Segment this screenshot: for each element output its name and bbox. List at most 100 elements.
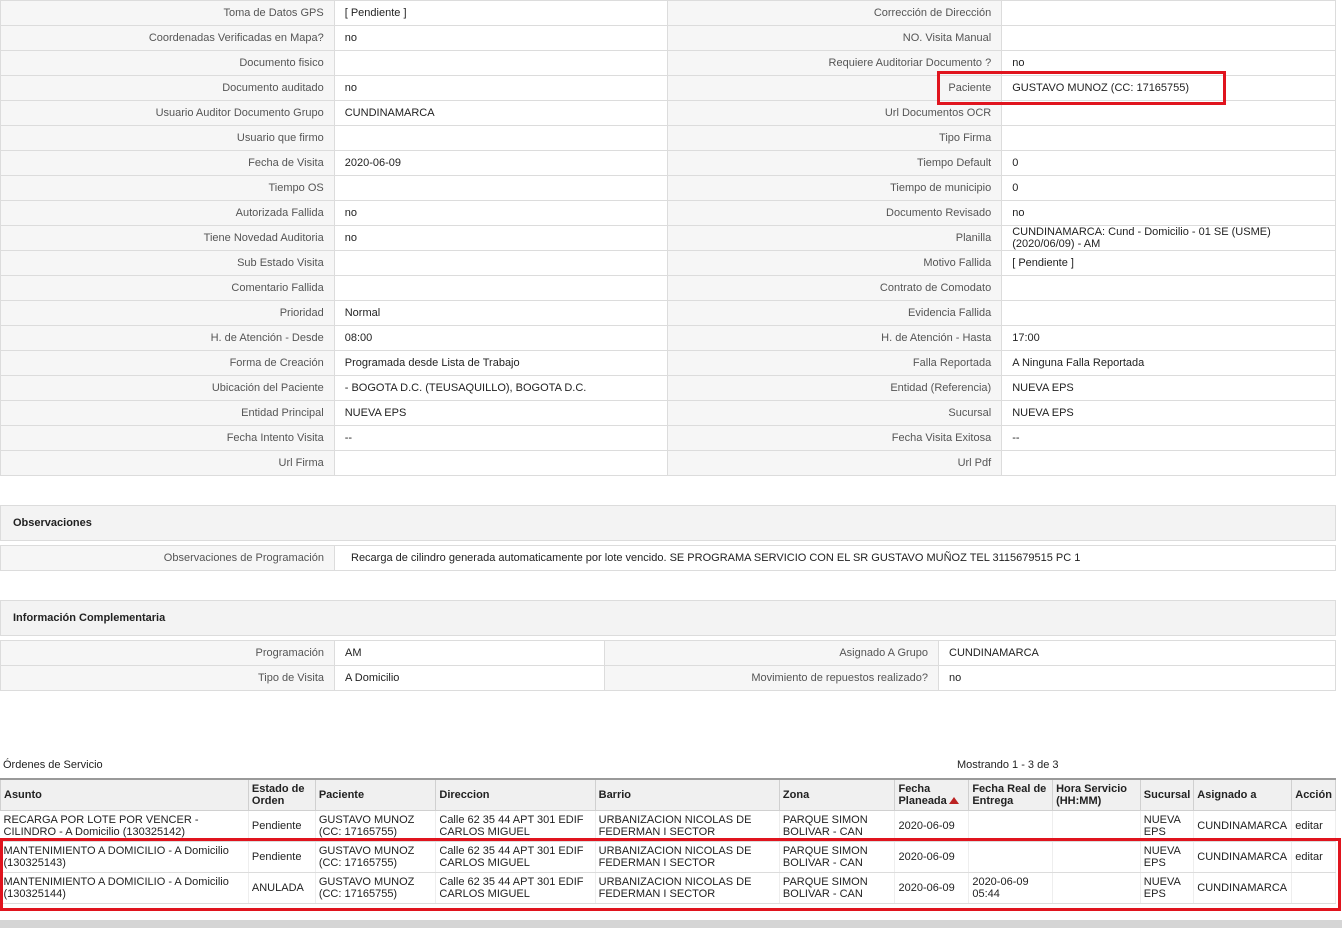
orders-cell-paciente: GUSTAVO MUNOZ (CC: 17165755)	[315, 841, 437, 873]
observaciones-value: Recarga de cilindro generada automaticam…	[334, 545, 1336, 571]
detail-row: Comentario Fallida Contrato de Comodato	[0, 275, 1336, 301]
orders-column-label: Fecha Planeada	[898, 782, 947, 807]
orders-column-label: Zona	[782, 788, 810, 801]
detail-label: Usuario Auditor Documento Grupo	[0, 100, 335, 126]
visit-detail-body: Toma de Datos GPS[ Pendiente ] Corrección…	[0, 0, 1336, 476]
orders-cell-sucursal: NUEVA EPS	[1140, 872, 1195, 904]
detail-label: Requiere Auditoriar Documento ?	[667, 50, 1003, 76]
detail-label: Tiempo de municipio	[667, 175, 1003, 201]
observaciones-row: Observaciones de Programación Recarga de…	[0, 545, 1336, 571]
complementaria-label: Movimiento de repuestos realizado?	[604, 665, 940, 691]
detail-label: Autorizada Fallida	[0, 200, 335, 226]
edit-link	[1291, 872, 1336, 904]
orders-column-header[interactable]: Acción	[1291, 778, 1336, 811]
detail-label: Contrato de Comodato	[667, 275, 1003, 301]
orders-cell-hora	[1052, 872, 1141, 904]
orders-column-label: Direccion	[439, 788, 490, 801]
orders-column-label: Acción	[1295, 788, 1332, 801]
orders-column-header[interactable]: Direccion	[435, 778, 596, 811]
detail-label: Paciente	[667, 75, 1003, 101]
orders-column-label: Estado de Orden	[251, 782, 305, 807]
orders-cell-zona: PARQUE SIMON BOLIVAR - CAN	[779, 872, 896, 904]
detail-row: Fecha de Visita 2020-06-09 Tiempo Default 0	[0, 150, 1336, 176]
edit-link[interactable]: editar	[1291, 810, 1336, 842]
detail-label: Corrección de Dirección	[667, 0, 1003, 26]
orders-cell-estado: Pendiente	[248, 841, 316, 873]
detail-value	[1001, 25, 1336, 51]
orders-cell-direccion: Calle 62 35 44 APT 301 EDIF CARLOS MIGUE…	[435, 810, 596, 842]
detail-value: CUNDINAMARCA: Cund - Domicilio - 01 SE (…	[1001, 225, 1336, 251]
detail-label: Motivo Fallida	[667, 250, 1003, 276]
orders-cell-paciente: GUSTAVO MUNOZ (CC: 17165755)	[315, 872, 437, 904]
orders-cell-direccion: Calle 62 35 44 APT 301 EDIF CARLOS MIGUE…	[435, 872, 596, 904]
orders-column-header[interactable]: Zona	[778, 778, 896, 811]
visit-detail-table: Toma de Datos GPS[ Pendiente ] Corrección…	[0, 0, 1336, 476]
detail-label: Sub Estado Visita	[0, 250, 335, 276]
orders-cell-barrio: URBANIZACION NICOLAS DE FEDERMAN I SECTO…	[595, 810, 780, 842]
orders-title: Órdenes de Servicio	[3, 759, 103, 771]
detail-label: Url Pdf	[667, 450, 1003, 476]
complementaria-section: Información Complementaria Programación A…	[0, 600, 1336, 691]
detail-label: Url Firma	[0, 450, 335, 476]
orders-column-header[interactable]: Fecha Planeada	[894, 778, 970, 811]
detail-value: no	[333, 25, 669, 51]
detail-value: A Ninguna Falla Reportada	[1001, 350, 1336, 376]
detail-label: H. de Atención - Hasta	[667, 325, 1003, 351]
orders-header-row: Asunto Estado de Orden Paciente Direccion Ba…	[0, 778, 1336, 811]
complementaria-row: Tipo de Visita A Domicilio Movimiento de r…	[0, 665, 1336, 691]
orders-column-header[interactable]: Asunto	[0, 778, 249, 811]
observaciones-label: Observaciones de Programación	[0, 545, 335, 571]
detail-value: NUEVA EPS	[1001, 400, 1336, 426]
orders-column-label: Barrio	[598, 788, 632, 801]
detail-value: [ Pendiente ]	[333, 0, 669, 26]
detail-label: Fecha de Visita	[0, 150, 335, 176]
detail-label: Planilla	[667, 225, 1003, 251]
orders-cell-sucursal: NUEVA EPS	[1140, 810, 1195, 842]
orders-column-header[interactable]: Estado de Orden	[247, 778, 316, 811]
detail-label: Tiene Novedad Auditoria	[0, 225, 335, 251]
table-row: RECARGA POR LOTE POR VENCER - CILINDRO -…	[0, 810, 1336, 842]
complementaria-row: Programación AM Asignado A Grupo CUNDINAMAR…	[0, 640, 1336, 666]
orders-column-header[interactable]: Barrio	[594, 778, 780, 811]
detail-value: --	[1001, 425, 1336, 451]
orders-column-header[interactable]: Sucursal	[1139, 778, 1195, 811]
edit-link[interactable]: editar	[1291, 841, 1336, 873]
detail-label: Tiempo Default	[667, 150, 1003, 176]
orders-column-header[interactable]: Paciente	[314, 778, 437, 811]
detail-value	[333, 450, 669, 476]
detail-row: Tiene Novedad Auditoria no Planilla CUNDINA…	[0, 225, 1336, 251]
orders-cell-hora	[1052, 810, 1141, 842]
detail-value	[333, 250, 669, 276]
detail-value: 0	[1001, 150, 1336, 176]
orders-column-header[interactable]: Hora Servicio (HH:MM)	[1052, 778, 1141, 811]
detail-row: Usuario Auditor Documento Grupo CUNDINAMA…	[0, 100, 1336, 126]
complementaria-body: Programación AM Asignado A Grupo CUNDINAMAR…	[0, 640, 1336, 691]
detail-value: no	[333, 225, 669, 251]
detail-value: 17:00	[1001, 325, 1336, 351]
detail-value: no	[1001, 200, 1336, 226]
table-row: MANTENIMIENTO A DOMICILIO - A Domicilio …	[0, 872, 1336, 904]
horizontal-scrollbar[interactable]	[0, 920, 1342, 928]
orders-cell-asunto: MANTENIMIENTO A DOMICILIO - A Domicilio …	[0, 841, 249, 873]
orders-cell-sucursal: NUEVA EPS	[1140, 841, 1195, 873]
detail-label: Ubicación del Paciente	[0, 375, 335, 401]
orders-cell-fecha-planeada: 2020-06-09	[894, 810, 970, 842]
detail-label: Fecha Intento Visita	[0, 425, 335, 451]
detail-value	[333, 275, 669, 301]
detail-value: 08:00	[333, 325, 669, 351]
detail-label: Documento Revisado	[667, 200, 1003, 226]
table-row: MANTENIMIENTO A DOMICILIO - A Domicilio …	[0, 841, 1336, 873]
detail-value: NUEVA EPS	[1001, 375, 1336, 401]
detail-label: Entidad Principal	[0, 400, 335, 426]
orders-column-label: Asignado a	[1197, 788, 1257, 801]
detail-value: [ Pendiente ]	[1001, 250, 1336, 276]
orders-column-header[interactable]: Asignado a	[1193, 778, 1293, 811]
detail-value: 2020-06-09	[333, 150, 669, 176]
detail-value: Programada desde Lista de Trabajo	[333, 350, 669, 376]
detail-label: Tiempo OS	[0, 175, 335, 201]
observaciones-table: Observaciones de Programación Recarga de…	[0, 545, 1336, 571]
detail-value: CUNDINAMARCA	[333, 100, 669, 126]
complementaria-title: Información Complementaria	[0, 600, 1336, 636]
detail-value: 0	[1001, 175, 1336, 201]
orders-column-header[interactable]: Fecha Real de Entrega	[968, 778, 1054, 811]
